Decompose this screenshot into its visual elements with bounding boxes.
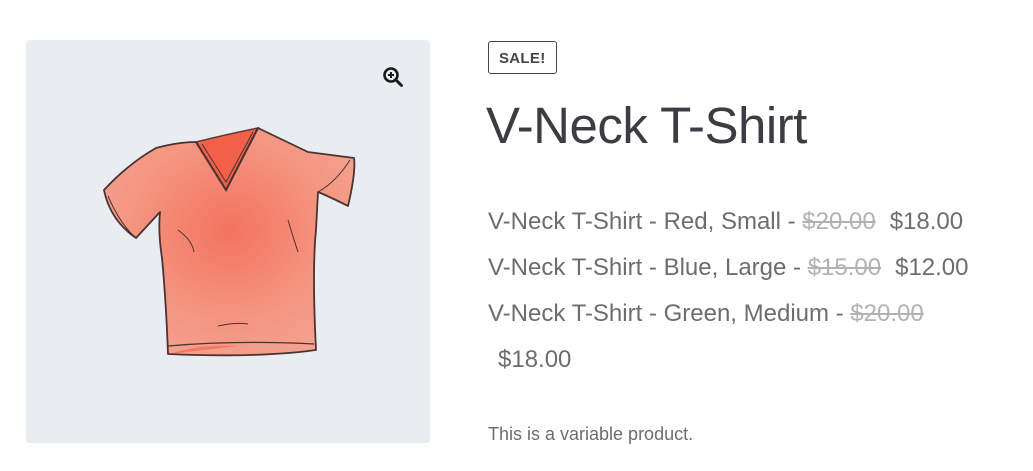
- list-item: V-Neck T-Shirt - Red, Small - $20.00 $18.…: [488, 199, 1023, 245]
- product-short-description: This is a variable product.: [488, 424, 694, 444]
- variation-name: V-Neck T-Shirt - Green, Medium: [488, 300, 829, 327]
- regular-price: $20.00: [850, 300, 924, 327]
- sale-price: $18.00: [498, 346, 572, 373]
- t-shirt-illustration[interactable]: [98, 120, 360, 360]
- sale-price: $12.00: [895, 254, 969, 281]
- variation-separator: -: [780, 208, 803, 235]
- list-item: V-Neck T-Shirt - Green, Medium - $20.00 $…: [488, 291, 1023, 383]
- variation-price-list: V-Neck T-Shirt - Red, Small - $20.00 $18.…: [488, 199, 1023, 383]
- sale-price: $18.00: [889, 208, 964, 235]
- regular-price: $15.00: [807, 254, 882, 281]
- variation-separator: -: [786, 254, 808, 281]
- list-item: V-Neck T-Shirt - Blue, Large - $15.00 $12…: [488, 245, 1023, 291]
- product-title: V-Neck T-Shirt: [486, 97, 807, 154]
- regular-price: $20.00: [802, 208, 876, 235]
- sale-badge: SALE!: [488, 41, 557, 74]
- variation-name: V-Neck T-Shirt - Red, Small: [488, 208, 781, 235]
- zoom-button[interactable]: [373, 57, 413, 97]
- variation-separator: -: [829, 300, 851, 327]
- variation-name: V-Neck T-Shirt - Blue, Large: [488, 254, 787, 281]
- magnifier-zoom-icon: [383, 67, 403, 87]
